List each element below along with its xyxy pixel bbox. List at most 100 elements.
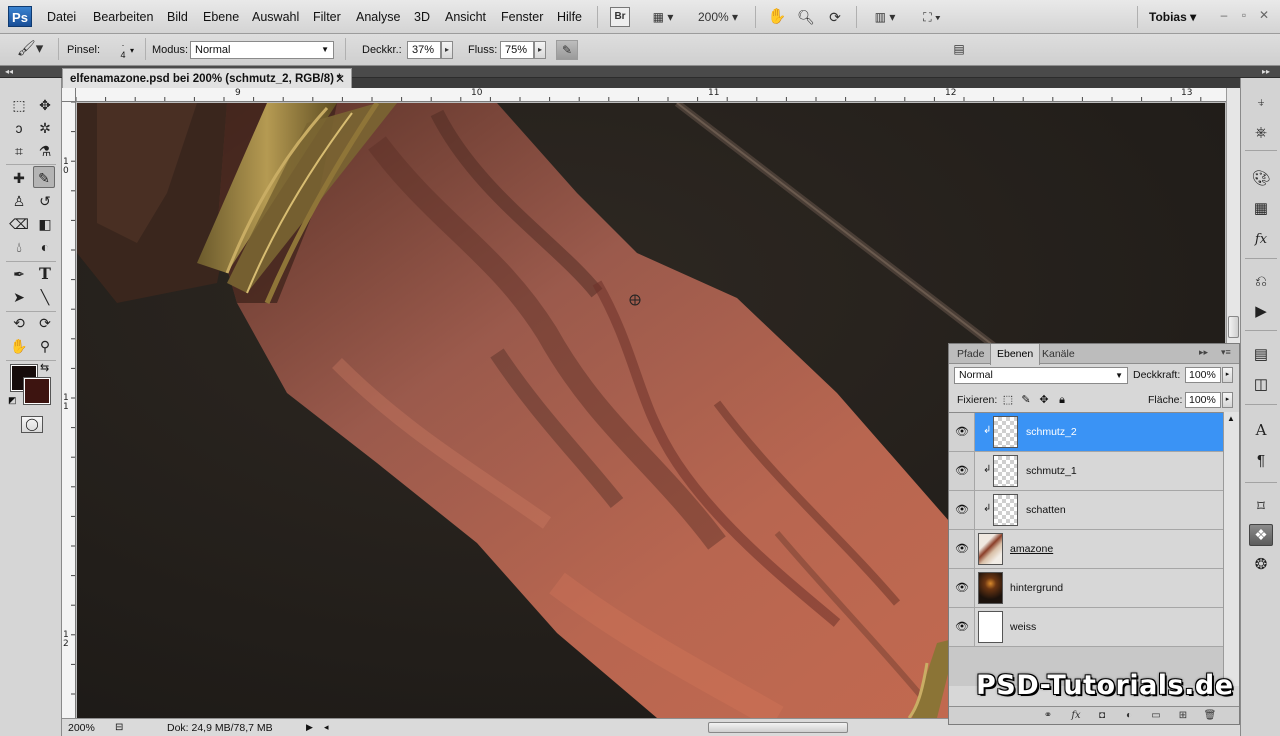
dodge-tool-icon[interactable]: ◐: [34, 236, 56, 258]
swatches-icon[interactable]: ▦: [1249, 198, 1273, 220]
menu-bearbeiten[interactable]: Bearbeiten: [93, 10, 153, 24]
collapse-left-icon[interactable]: ◂◂: [5, 66, 13, 78]
visibility-toggle[interactable]: 👁︎: [949, 452, 975, 490]
menu-filter[interactable]: Filter: [313, 10, 341, 24]
maximize-icon[interactable]: ▫: [1237, 8, 1251, 22]
vertical-ruler[interactable]: 1 0 1 1 1 2: [62, 102, 76, 718]
hand-icon[interactable]: ✋: [766, 7, 788, 27]
lock-position-icon[interactable]: ✥: [1037, 393, 1051, 407]
adjustments-icon[interactable]: ▤: [1249, 344, 1273, 366]
screen-mode-icon[interactable]: ▦ ▾: [645, 7, 681, 27]
3d-rotate-tool-icon[interactable]: ⟲: [8, 312, 30, 334]
brushes-panel-icon[interactable]: ▤: [948, 40, 970, 60]
lock-image-pixels-icon[interactable]: ✎: [1019, 393, 1033, 407]
document-tab[interactable]: elfenamazone.psd bei 200% (schmutz_2, RG…: [62, 68, 352, 88]
color-icon[interactable]: 🎨︎: [1249, 168, 1273, 190]
3d-orbit-tool-icon[interactable]: ⟳: [34, 312, 56, 334]
styles-fx-icon[interactable]: fx: [1249, 229, 1273, 251]
blend-mode-dropdown[interactable]: Normal ▼: [954, 367, 1128, 384]
new-group-icon[interactable]: ▭: [1147, 708, 1165, 723]
layer-row-schmutz-2[interactable]: 👁︎ ↲ schmutz_2: [949, 413, 1223, 452]
rotate-view-icon[interactable]: ⟳: [824, 7, 846, 27]
eraser-tool-icon[interactable]: ⌫: [8, 213, 30, 235]
new-adjustment-layer-icon[interactable]: ◐: [1120, 708, 1138, 723]
default-colors-icon[interactable]: ◩: [8, 395, 18, 405]
layer-row-schatten[interactable]: 👁︎ ↲ schatten: [949, 491, 1223, 530]
gradient-tool-icon[interactable]: ◧: [34, 213, 56, 235]
vertical-scroll-thumb[interactable]: [1228, 316, 1239, 338]
brush-dropdown-icon[interactable]: ▾: [130, 46, 134, 55]
flow-input[interactable]: 75%: [500, 41, 534, 59]
lasso-tool-icon[interactable]: ↄ: [8, 117, 30, 139]
history-icon[interactable]: ⎌: [1249, 271, 1273, 293]
tool-presets-icon[interactable]: ⌑: [1249, 496, 1273, 518]
status-zoom-level[interactable]: 200%: [68, 722, 95, 734]
healing-brush-tool-icon[interactable]: ✚: [8, 167, 30, 189]
masks-icon[interactable]: ◫: [1249, 374, 1273, 396]
visibility-toggle[interactable]: 👁︎: [949, 530, 975, 568]
layers-scrollbar[interactable]: ▲: [1223, 412, 1239, 686]
new-layer-icon[interactable]: ⊞: [1174, 708, 1192, 723]
eyedropper-tool-icon[interactable]: ⚗: [34, 140, 56, 162]
tab-pfade[interactable]: Pfade: [951, 344, 990, 364]
flow-slider-button[interactable]: ▸: [534, 41, 546, 59]
pen-tool-icon[interactable]: ✒: [8, 263, 30, 285]
layer-opacity-input[interactable]: 100%: [1185, 367, 1221, 383]
visibility-toggle[interactable]: 👁︎: [949, 608, 975, 646]
type-tool-icon[interactable]: T: [34, 263, 56, 285]
mode-dropdown[interactable]: Normal ▼: [190, 41, 334, 59]
menu-fenster[interactable]: Fenster: [501, 10, 543, 24]
close-icon[interactable]: ✕: [1257, 8, 1271, 22]
crop-tool-icon[interactable]: ⌗: [8, 140, 30, 162]
layer-row-schmutz-1[interactable]: 👁︎ ↲ schmutz_1: [949, 452, 1223, 491]
visibility-toggle[interactable]: 👁︎: [949, 491, 975, 529]
brush-tool-icon[interactable]: ✎: [33, 166, 55, 188]
paragraph-icon[interactable]: ¶: [1249, 450, 1273, 472]
scroll-up-icon[interactable]: ▲: [1227, 414, 1235, 423]
line-tool-icon[interactable]: ╲: [34, 286, 56, 308]
horizontal-scroll-thumb[interactable]: [708, 722, 848, 733]
airbrush-icon[interactable]: ✎: [556, 40, 578, 60]
menu-datei[interactable]: Datei: [47, 10, 76, 24]
clone-stamp-tool-icon[interactable]: ♙: [8, 190, 30, 212]
menu-bild[interactable]: Bild: [167, 10, 188, 24]
layer-row-weiss[interactable]: 👁︎ weiss: [949, 608, 1223, 647]
zoom-icon[interactable]: 🔍︎: [795, 7, 817, 27]
histogram-icon[interactable]: ⍖: [1249, 92, 1273, 114]
lock-all-icon[interactable]: 🔒︎: [1055, 393, 1069, 407]
channels-icon[interactable]: ❂: [1249, 554, 1273, 576]
move-tool-icon[interactable]: ✥: [34, 94, 56, 116]
status-menu-arrow-icon[interactable]: ▶: [306, 722, 313, 733]
layer-style-fx-icon[interactable]: fx: [1067, 708, 1085, 723]
menu-hilfe[interactable]: Hilfe: [557, 10, 582, 24]
visibility-toggle[interactable]: 👁︎: [949, 413, 975, 451]
workspace-user[interactable]: Tobias ▾: [1149, 10, 1196, 24]
minimize-icon[interactable]: –: [1217, 8, 1231, 22]
magic-wand-tool-icon[interactable]: ✲: [34, 117, 56, 139]
panel-menu-icon[interactable]: ▾≡: [1221, 347, 1231, 358]
quick-mask-button[interactable]: ◯: [21, 416, 43, 433]
zoom-tool-icon[interactable]: ⚲: [34, 335, 56, 357]
hand-tool-icon[interactable]: ✋: [8, 335, 30, 357]
link-layers-icon[interactable]: ⚭: [1039, 708, 1057, 723]
close-document-icon[interactable]: ✕: [335, 69, 345, 89]
opacity-input[interactable]: 37%: [407, 41, 441, 59]
menu-ansicht[interactable]: Ansicht: [445, 10, 486, 24]
character-icon[interactable]: A: [1249, 419, 1273, 441]
blur-tool-icon[interactable]: 💧︎: [8, 236, 30, 258]
add-mask-icon[interactable]: ◘: [1093, 708, 1111, 723]
swap-colors-icon[interactable]: ⇆: [40, 361, 49, 374]
fill-slider-button[interactable]: ▸: [1222, 392, 1233, 408]
visibility-toggle[interactable]: 👁︎: [949, 569, 975, 607]
fill-input[interactable]: 100%: [1185, 392, 1221, 408]
history-brush-tool-icon[interactable]: ↺: [34, 190, 56, 212]
layer-row-hintergrund[interactable]: 👁︎ hintergrund: [949, 569, 1223, 608]
collapse-right-icon[interactable]: ▸▸: [1262, 66, 1270, 78]
zoom-level-dropdown[interactable]: 200% ▾: [692, 7, 744, 27]
delete-layer-icon[interactable]: 🗑︎: [1201, 708, 1219, 723]
actions-play-icon[interactable]: ▶: [1249, 301, 1273, 323]
arrange-documents-icon[interactable]: ▥ ▾: [866, 7, 904, 27]
lock-transparent-pixels-icon[interactable]: ⬚: [1001, 393, 1015, 407]
marquee-tool-icon[interactable]: ⬚: [8, 94, 30, 116]
ruler-origin[interactable]: [62, 88, 76, 102]
